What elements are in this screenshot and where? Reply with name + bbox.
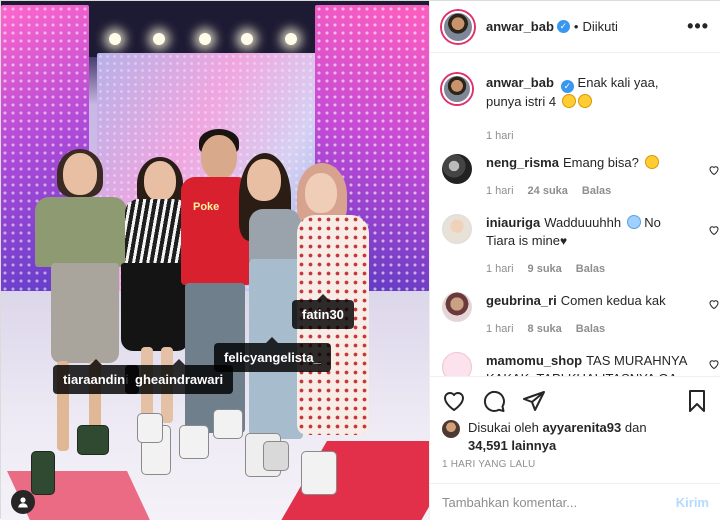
post-frame: Poke tiaraandini gheaindrawari felicyang… bbox=[0, 0, 720, 520]
caption-username[interactable]: anwar_bab bbox=[486, 75, 554, 90]
like-heart-icon[interactable] bbox=[442, 389, 466, 413]
comment-like-icon[interactable] bbox=[708, 224, 720, 236]
comment-like-icon[interactable] bbox=[708, 298, 720, 310]
likes-summary: Disukai oleh ayyarenita93 dan 34,591 lai… bbox=[442, 419, 647, 455]
caption: anwar_bab ✓ Enak kali yaa, punya istri 4 … bbox=[442, 74, 712, 145]
comment-likes[interactable]: 9 suka bbox=[528, 260, 562, 278]
comment-likes[interactable]: 8 suka bbox=[528, 320, 562, 338]
comment-composer: Kirim bbox=[430, 483, 720, 521]
share-paper-plane-icon[interactable] bbox=[522, 389, 546, 413]
user-tags-button[interactable] bbox=[11, 490, 35, 514]
stage-light bbox=[199, 33, 211, 45]
people-tag[interactable]: felicyangelista_ bbox=[214, 337, 331, 372]
stage-light bbox=[241, 33, 253, 45]
comment-likes[interactable]: 24 suka bbox=[528, 182, 568, 200]
comment-time: 1 hari bbox=[486, 323, 514, 335]
post-timestamp[interactable]: 1 HARI YANG LALU bbox=[442, 459, 535, 470]
comment-text: Comen kedua kak bbox=[560, 293, 666, 308]
comment-username[interactable]: geubrina_ri bbox=[486, 293, 557, 308]
comment-item: geubrina_ri Comen kedua kak 1 hari 8 suka… bbox=[442, 292, 719, 338]
separator-dot: • bbox=[573, 19, 579, 34]
laughing-emoji-icon bbox=[561, 94, 576, 108]
post-photo[interactable]: Poke tiaraandini gheaindrawari felicyang… bbox=[1, 1, 429, 520]
comment-item: iniauriga Wadduuuhhh No Tiara is mine♥ 1 … bbox=[442, 214, 719, 278]
comment-input[interactable] bbox=[442, 495, 676, 510]
reply-button[interactable]: Balas bbox=[576, 260, 605, 278]
verified-badge-icon: ✓ bbox=[560, 80, 574, 93]
liker-username[interactable]: ayyarenita93 bbox=[542, 420, 621, 435]
black-heart-icon: ♥ bbox=[559, 234, 568, 248]
likes-count[interactable]: 34,591 lainnya bbox=[468, 438, 556, 453]
comment-username[interactable]: neng_risma bbox=[486, 155, 559, 170]
comment-item: neng_risma Emang bisa? 1 hari 24 suka Bal… bbox=[442, 154, 719, 200]
comment-bubble-icon[interactable] bbox=[482, 389, 506, 413]
comment-username[interactable]: mamomu_shop bbox=[486, 353, 582, 368]
post-actions: Disukai oleh ayyarenita93 dan 34,591 lai… bbox=[430, 376, 720, 520]
post-header: anwar_bab ✓ • Diikuti ••• bbox=[430, 1, 720, 53]
comment-like-icon[interactable] bbox=[708, 164, 720, 176]
reply-button[interactable]: Balas bbox=[576, 320, 605, 338]
post-side-panel: anwar_bab ✓ • Diikuti ••• anwar_bab ✓ Ena… bbox=[429, 1, 720, 520]
comment-time: 1 hari bbox=[486, 263, 514, 275]
comment-avatar[interactable] bbox=[442, 292, 472, 322]
author-username[interactable]: anwar_bab bbox=[486, 19, 554, 34]
crying-emoji-icon bbox=[626, 215, 641, 229]
comment-like-icon[interactable] bbox=[708, 358, 720, 370]
reply-button[interactable]: Balas bbox=[582, 182, 611, 200]
grimacing-emoji-icon bbox=[644, 155, 659, 169]
stage-light bbox=[285, 33, 297, 45]
comment-avatar[interactable] bbox=[442, 352, 472, 376]
caption-avatar[interactable] bbox=[442, 74, 472, 104]
post-comment-button[interactable]: Kirim bbox=[676, 495, 709, 510]
caption-time: 1 hari bbox=[486, 130, 514, 142]
save-bookmark-icon[interactable] bbox=[685, 389, 709, 413]
more-options-icon[interactable]: ••• bbox=[687, 17, 709, 35]
comment-avatar[interactable] bbox=[442, 154, 472, 184]
stage-light bbox=[153, 33, 165, 45]
author-avatar[interactable] bbox=[442, 10, 474, 43]
verified-badge-icon: ✓ bbox=[556, 20, 570, 33]
liker-avatar[interactable] bbox=[442, 420, 460, 438]
grinning-emoji-icon bbox=[577, 94, 592, 108]
comment-text: Wadduuuhhh bbox=[544, 215, 622, 230]
likes-middle: dan bbox=[624, 420, 647, 435]
person-icon bbox=[18, 497, 28, 508]
comment-time: 1 hari bbox=[486, 185, 514, 197]
comments-list[interactable]: anwar_bab ✓ Enak kali yaa, punya istri 4 … bbox=[430, 54, 720, 376]
comment-avatar[interactable] bbox=[442, 214, 472, 244]
likes-prefix: Disukai oleh bbox=[468, 420, 539, 435]
comment-text: Emang bisa? bbox=[562, 155, 639, 170]
stage-light bbox=[109, 33, 121, 45]
comment-item: mamomu_shopTAS MURAHNYA KAKAK, TAPI KUAL… bbox=[442, 352, 719, 376]
people-tag[interactable]: fatin30 bbox=[292, 294, 354, 329]
comment-username[interactable]: iniauriga bbox=[486, 215, 540, 230]
follow-status-button[interactable]: Diikuti bbox=[582, 19, 617, 34]
